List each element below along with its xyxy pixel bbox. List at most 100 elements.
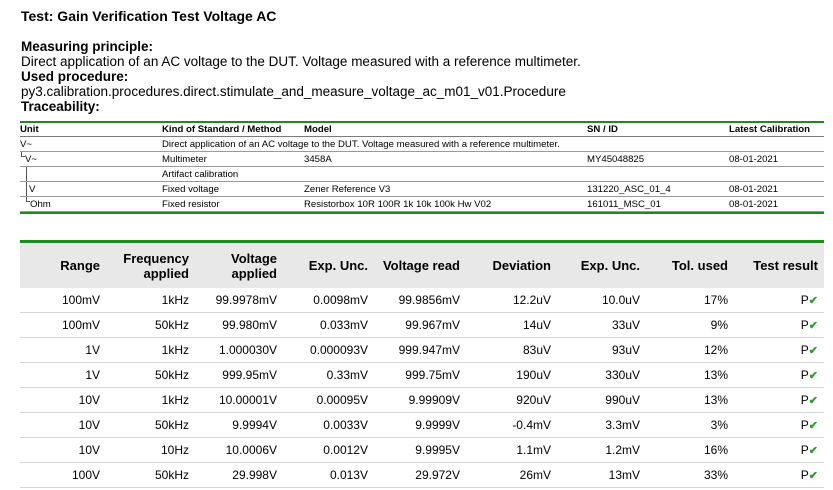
header-voltage-read: Voltage read	[374, 243, 466, 288]
trace-unit: Ohm	[20, 196, 162, 212]
trace-unit: V~	[20, 136, 162, 152]
header-deviation: Deviation	[466, 243, 557, 288]
tree-connector	[26, 166, 27, 181]
cell-range: 1V	[20, 362, 106, 388]
check-icon: ✔	[808, 395, 818, 407]
cell-exp-unc-applied: 0.33mV	[283, 362, 374, 388]
trace-model: 3458A	[304, 151, 587, 167]
table-row: 1V 1kHz 1.000030V 0.000093V 999.947mV 83uV 93u…	[20, 337, 824, 363]
check-icon: ✔	[808, 420, 818, 432]
table-row: 10V 1kHz 10.00001V 0.00095V 9.99909V 920uV 990…	[20, 387, 824, 413]
cell-tol-used: 33%	[646, 462, 734, 488]
trace-kind: Multimeter	[162, 151, 304, 167]
check-icon: ✔	[808, 320, 818, 332]
cell-tol-used: 9%	[646, 312, 734, 338]
cell-voltage-read: 29.972V	[374, 462, 466, 488]
cell-voltage-read: 999.75mV	[374, 362, 466, 388]
cell-exp-unc-applied: 0.033mV	[283, 312, 374, 338]
tree-connector	[26, 181, 27, 196]
cell-frequency: 50kHz	[106, 362, 195, 388]
trace-row: Artifact calibration	[20, 166, 824, 182]
cell-voltage-applied: 99.980mV	[195, 312, 283, 338]
check-icon: ✔	[808, 370, 818, 382]
cell-voltage-read: 99.9856mV	[374, 288, 466, 313]
cell-tol-used: 3%	[646, 412, 734, 438]
cell-exp-unc-read: 330uV	[557, 362, 646, 388]
cell-exp-unc-applied: 0.0033V	[283, 412, 374, 438]
cell-deviation: -0.4mV	[466, 412, 557, 438]
trace-kind: Fixed resistor	[162, 196, 304, 212]
cell-frequency: 50kHz	[106, 312, 195, 338]
cell-voltage-read: 999.947mV	[374, 337, 466, 363]
cell-exp-unc-applied: 0.00095V	[283, 387, 374, 413]
trace-unit: V	[20, 181, 162, 197]
pass-label: P	[800, 318, 809, 332]
cell-voltage-applied: 9.9994V	[195, 412, 283, 438]
trace-header-sn: SN / ID	[587, 123, 729, 137]
trace-kind: Fixed voltage	[162, 181, 304, 197]
cell-range: 10V	[20, 437, 106, 463]
cell-frequency: 1kHz	[106, 387, 195, 413]
trace-header-model: Model	[304, 123, 587, 137]
table-row: 100mV 50kHz 99.980mV 0.033mV 99.967mV 14uV 33u…	[20, 312, 824, 338]
cell-deviation: 190uV	[466, 362, 557, 388]
cell-deviation: 920uV	[466, 387, 557, 413]
check-icon: ✔	[808, 470, 818, 482]
trace-model: Zener Reference V3	[304, 181, 587, 197]
cell-tol-used: 13%	[646, 387, 734, 413]
cell-frequency: 10Hz	[106, 437, 195, 463]
trace-header-calibration: Latest Calibration	[729, 123, 824, 137]
results-table: Range Frequency applied Voltage applied …	[20, 240, 824, 488]
cell-voltage-read: 9.9995V	[374, 437, 466, 463]
trace-sn: MY45048825	[587, 151, 729, 167]
trace-model: Resistorbox 10R 100R 1k 10k 100k Hw V02	[304, 196, 587, 212]
trace-calibration: 08-01-2021	[729, 151, 824, 167]
cell-voltage-applied: 99.9978mV	[195, 288, 283, 313]
cell-range: 1V	[20, 337, 106, 363]
check-icon: ✔	[808, 445, 818, 457]
cell-test-result: P✔	[734, 362, 824, 388]
trace-row: V~ Direct application of an AC voltage t…	[20, 136, 824, 152]
cell-deviation: 14uV	[466, 312, 557, 338]
cell-frequency: 1kHz	[106, 337, 195, 363]
cell-range: 100mV	[20, 312, 106, 338]
cell-exp-unc-read: 3.3mV	[557, 412, 646, 438]
divider	[20, 212, 824, 214]
trace-header-kind: Kind of Standard / Method	[162, 123, 304, 137]
cell-exp-unc-read: 13mV	[557, 462, 646, 488]
cell-voltage-applied: 1.000030V	[195, 337, 283, 363]
trace-calibration: 08-01-2021	[729, 181, 824, 197]
cell-range: 100V	[20, 462, 106, 488]
cell-tol-used: 17%	[646, 288, 734, 313]
table-row: 10V 10Hz 10.0006V 0.0012V 9.9995V 1.1mV 1.2mV 1…	[20, 437, 824, 463]
trace-row: V~ Multimeter 3458A MY45048825 08-01-202…	[20, 151, 824, 167]
cell-exp-unc-read: 10.0uV	[557, 288, 646, 313]
table-row: 10V 50kHz 9.9994V 0.0033V 9.9999V -0.4mV 3.3mV…	[20, 412, 824, 438]
header-frequency-applied: Frequency applied	[106, 243, 195, 288]
cell-voltage-read: 9.9999V	[374, 412, 466, 438]
cell-exp-unc-applied: 0.000093V	[283, 337, 374, 363]
pass-label: P	[800, 418, 809, 432]
trace-row: V Fixed voltage Zener Reference V3 13122…	[20, 181, 824, 197]
header-tol-used: Tol. used	[646, 243, 734, 288]
cell-test-result: P✔	[734, 312, 824, 338]
trace-unit	[20, 166, 162, 182]
cell-exp-unc-applied: 0.013V	[283, 462, 374, 488]
used-procedure-label: Used procedure:	[21, 69, 129, 84]
cell-voltage-applied: 10.00001V	[195, 387, 283, 413]
pass-label: P	[800, 468, 809, 482]
traceability-table: Unit Kind of Standard / Method Model SN …	[20, 121, 824, 214]
used-procedure-text: py3.calibration.procedures.direct.stimul…	[21, 84, 566, 99]
header-voltage-applied: Voltage applied	[195, 243, 283, 288]
cell-voltage-applied: 10.0006V	[195, 437, 283, 463]
cell-range: 10V	[20, 387, 106, 413]
trace-kind: Direct application of an AC voltage to t…	[162, 136, 824, 152]
cell-frequency: 1kHz	[106, 288, 195, 313]
cell-exp-unc-applied: 0.0012V	[283, 437, 374, 463]
cell-frequency: 50kHz	[106, 412, 195, 438]
cell-test-result: P✔	[734, 387, 824, 413]
page-title: Test: Gain Verification Test Voltage AC	[21, 8, 277, 24]
pass-label: P	[800, 293, 809, 307]
cell-voltage-read: 99.967mV	[374, 312, 466, 338]
cell-deviation: 1.1mV	[466, 437, 557, 463]
